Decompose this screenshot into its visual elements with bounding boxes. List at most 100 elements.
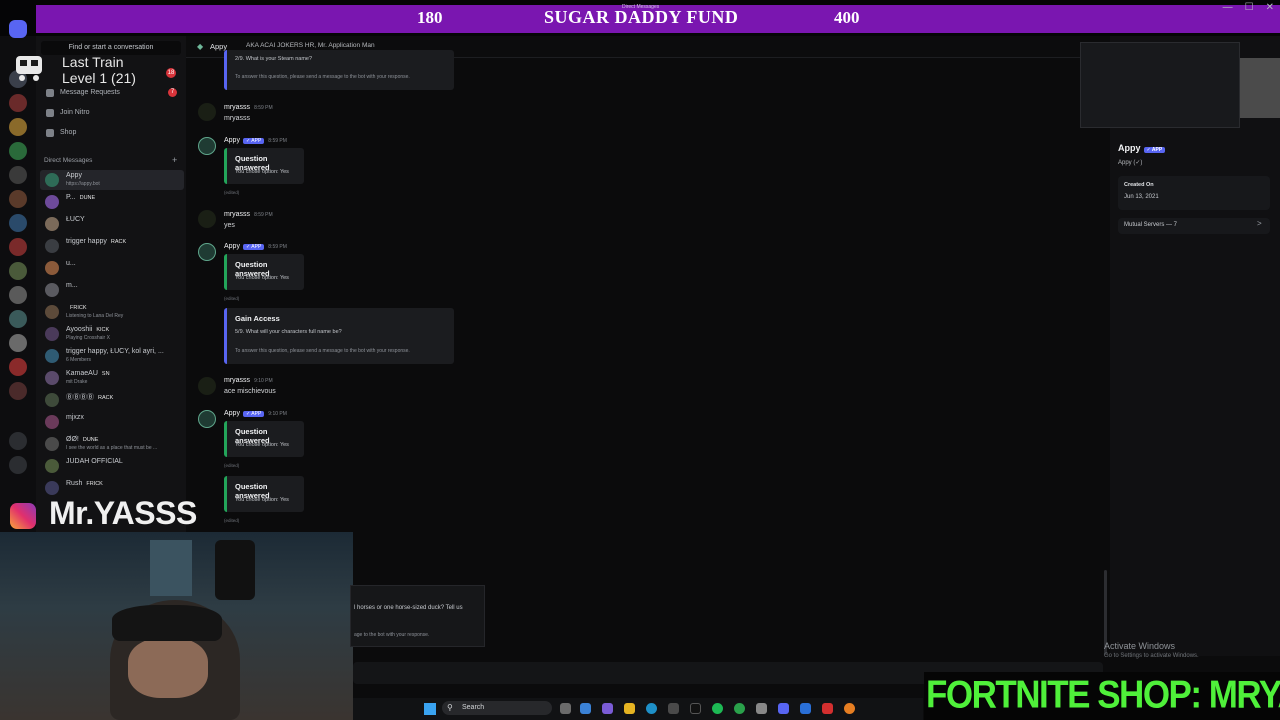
sidebar-link-nitro[interactable]: Join Nitro	[60, 109, 90, 116]
app-icon[interactable]	[756, 703, 767, 714]
appy-avatar[interactable]	[198, 410, 216, 428]
find-conversation-input[interactable]: Find or start a conversation	[41, 41, 181, 55]
add-dm-button[interactable]: +	[172, 155, 177, 165]
webcam-hat	[112, 605, 222, 641]
embed-body: You chose option: Yes	[235, 497, 289, 503]
server-icon[interactable]	[9, 190, 27, 208]
dm-list-item[interactable]: trigger happy, ŁUCY, kol ayri, ... 6 Memb…	[40, 346, 184, 366]
avatar	[45, 437, 59, 451]
dm-list-item[interactable]: Appy https://appy.bot	[40, 170, 184, 190]
server-icon[interactable]	[9, 166, 27, 184]
dm-list-item[interactable]: JUDAH OFFICIAL	[40, 456, 184, 476]
message-author[interactable]: Appy ✓ APP 8:59 PM	[224, 137, 287, 144]
message-time: 8:59 PM	[268, 138, 287, 144]
avatar	[45, 327, 59, 341]
dm-status: Listening to Lana Del Rey	[66, 313, 124, 319]
dm-name: P... DUNE	[66, 194, 96, 201]
dm-list-item[interactable]: KamaeAU SN mit Drake	[40, 368, 184, 388]
user-avatar[interactable]	[198, 210, 216, 228]
file-explorer-icon[interactable]	[624, 703, 635, 714]
server-icon[interactable]	[9, 382, 27, 400]
message-author[interactable]: Appy ✓ APP 9:10 PM	[224, 410, 287, 417]
embed-title: Gain Access	[235, 314, 280, 323]
server-icon[interactable]	[9, 262, 27, 280]
profile-username: Appy (✓)	[1118, 160, 1143, 166]
edge-icon[interactable]	[646, 703, 657, 714]
created-label: Created On	[1124, 182, 1154, 188]
window-caption: Direct Messages	[622, 4, 660, 10]
dm-name: ØØ! DUNE	[66, 436, 99, 443]
browser-icon[interactable]	[844, 703, 855, 714]
status-tag: FRICK	[70, 305, 87, 311]
dm-list-item[interactable]: u...	[40, 258, 184, 278]
server-icon[interactable]	[9, 118, 27, 136]
nitro-icon	[46, 109, 54, 117]
dm-list-item[interactable]: Ayooshii KICK Playing Crosshair X	[40, 324, 184, 344]
windows-start-icon[interactable]	[424, 703, 436, 715]
server-icon[interactable]	[9, 358, 27, 376]
server-icon[interactable]	[9, 142, 27, 160]
edited-label: (edited)	[224, 463, 240, 468]
user-avatar[interactable]	[198, 377, 216, 395]
embed-body: You chose option: Yes	[235, 442, 289, 448]
app-icon[interactable]	[602, 703, 613, 714]
spotify-icon[interactable]	[712, 703, 723, 714]
discover-icon[interactable]	[9, 456, 27, 474]
message-author[interactable]: mryasss 8:59 PM	[224, 211, 273, 218]
message-time: 9:10 PM	[268, 411, 287, 417]
dm-list-item[interactable]: ØØ! DUNE I see the world as a place that m…	[40, 434, 184, 454]
server-icon[interactable]	[9, 238, 27, 256]
dm-list-item[interactable]: P... DUNE	[40, 192, 184, 212]
close-icon[interactable]: ✕	[1266, 2, 1274, 13]
discord-home-icon[interactable]	[9, 20, 27, 38]
task-view-icon[interactable]	[560, 703, 571, 714]
avatar	[45, 415, 59, 429]
avatar	[45, 393, 59, 407]
dm-list-item[interactable]: FRICK Listening to Lana Del Rey	[40, 302, 184, 322]
discord-taskbar-icon[interactable]	[778, 703, 789, 714]
appy-avatar[interactable]	[198, 243, 216, 261]
avatar	[45, 459, 59, 473]
appy-avatar[interactable]	[198, 137, 216, 155]
message-author[interactable]: Appy ✓ APP 8:59 PM	[224, 243, 287, 250]
message-author[interactable]: mryasss 9:10 PM	[224, 377, 273, 384]
dm-name: m...	[66, 282, 78, 289]
app-badge: ✓ APP	[242, 138, 265, 144]
dm-list-item[interactable]: m...	[40, 280, 184, 300]
dm-list-item[interactable]: ⒷⒷⒷⒷ RACK	[40, 390, 184, 410]
sidebar-link-shop[interactable]: Shop	[60, 129, 76, 136]
app-icon[interactable]	[800, 703, 811, 714]
app-icon[interactable]	[822, 703, 833, 714]
dm-status: I see the world as a place that must be …	[66, 445, 158, 451]
dm-name: ŁUCY	[66, 216, 85, 223]
user-avatar[interactable]	[198, 103, 216, 121]
embed-instruction: To answer this question, please send a m…	[235, 348, 410, 354]
dm-list-item[interactable]: trigger happy RACK	[40, 236, 184, 256]
chrome-icon[interactable]	[734, 703, 745, 714]
status-tag: RACK	[98, 395, 114, 401]
message-text: yes	[224, 222, 235, 229]
maximize-icon[interactable]: ☐	[1245, 2, 1254, 13]
sidebar-link-message-requests[interactable]: Message Requests	[60, 89, 120, 96]
tiktok-icon[interactable]	[690, 703, 701, 714]
message-author[interactable]: mryasss 8:59 PM	[224, 104, 273, 111]
dm-list-item[interactable]: ŁUCY	[40, 214, 184, 234]
embed-body: You chose option: Yes	[235, 169, 289, 175]
message-embed: Question answered You chose option: Yes	[224, 254, 304, 290]
server-icon[interactable]	[9, 94, 27, 112]
server-icon[interactable]	[9, 310, 27, 328]
taskbar-search[interactable]: Search	[442, 701, 552, 715]
avatar	[45, 283, 59, 297]
app-icon[interactable]	[668, 703, 679, 714]
edited-label: (edited)	[224, 518, 240, 523]
dm-list-item[interactable]: mjxzx	[40, 412, 184, 432]
server-icon[interactable]	[9, 286, 27, 304]
add-server-icon[interactable]	[9, 432, 27, 450]
avatar	[45, 195, 59, 209]
minimize-icon[interactable]: —	[1223, 2, 1233, 13]
status-tag: KICK	[96, 327, 110, 333]
app-icon[interactable]	[580, 703, 591, 714]
server-icon[interactable]	[9, 334, 27, 352]
server-icon[interactable]	[9, 214, 27, 232]
message-time: 9:10 PM	[254, 378, 273, 384]
